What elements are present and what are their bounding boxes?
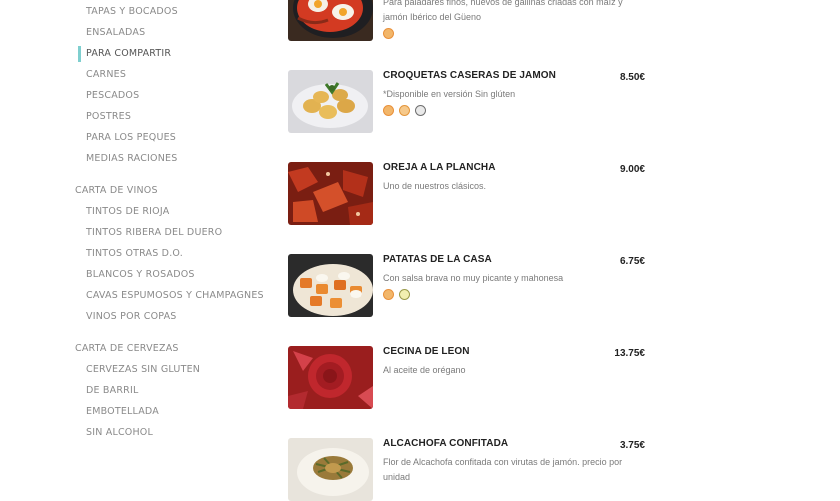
nav-item-tintos-rioja[interactable]: TINTOS DE RIOJA <box>86 206 169 217</box>
dish-title: CECINA DE LEON <box>383 346 470 357</box>
nav-item-cavas[interactable]: CAVAS ESPUMOSOS Y CHAMPAGNES <box>86 290 264 301</box>
egg-allergen-icon <box>383 28 394 39</box>
dish-price: 9.00€ <box>619 164 645 175</box>
nav-item-tapas[interactable]: TAPAS Y BOCADOS <box>86 6 178 17</box>
nav-item-pescados[interactable]: PESCADOS <box>86 90 139 101</box>
dish-title: ALCACHOFA CONFITADA <box>383 438 509 449</box>
dish-description: Para paladares finos, huevos de gallinas… <box>383 0 623 22</box>
patatas-image <box>288 254 373 317</box>
nav-item-medias-raciones[interactable]: MEDIAS RACIONES <box>86 153 177 164</box>
dish-description: Uno de nuestros clásicos. <box>383 181 487 191</box>
dish-title: PATATAS DE LA CASA <box>383 254 492 265</box>
active-indicator <box>78 46 81 62</box>
nav-item-ensaladas[interactable]: ENSALADAS <box>86 27 145 38</box>
dish-price: 6.75€ <box>619 256 645 267</box>
allergen-list <box>383 28 399 40</box>
nav-item-vinos-por-copas[interactable]: VINOS POR COPAS <box>86 311 177 322</box>
nav-item-para-los-peques[interactable]: PARA LOS PEQUES <box>86 132 176 143</box>
fried-eggs-pan-image <box>288 0 373 41</box>
dish-description: *Disponible en versión Sin glúten <box>383 89 516 99</box>
cecina-image <box>288 346 373 409</box>
egg-allergen-icon <box>383 105 394 116</box>
nav-section-carta-de-vinos[interactable]: CARTA DE VINOS <box>75 185 158 196</box>
nav-item-blancos-rosados[interactable]: BLANCOS Y ROSADOS <box>86 269 195 280</box>
nav-item-tintos-otras[interactable]: TINTOS OTRAS D.O. <box>86 248 183 259</box>
nav-item-embotellada[interactable]: EMBOTELLADA <box>86 406 159 417</box>
nav-item-tintos-ribera[interactable]: TINTOS RIBERA DEL DUERO <box>86 227 222 238</box>
dish-price: 8.50€ <box>619 72 645 83</box>
dish-price: 3.75€ <box>619 440 645 451</box>
gluten-allergen-icon <box>399 105 410 116</box>
nav-item-postres[interactable]: POSTRES <box>86 111 131 122</box>
oreja-image <box>288 162 373 225</box>
nav-item-para-compartir[interactable]: PARA COMPARTIR <box>86 48 171 59</box>
dish-title: OREJA A LA PLANCHA <box>383 162 496 173</box>
egg-allergen-icon <box>383 289 394 300</box>
nav-item-sin-alcohol[interactable]: SIN ALCOHOL <box>86 427 153 438</box>
dish-title: CROQUETAS CASERAS DE JAMON <box>383 70 556 81</box>
milk-allergen-icon <box>415 105 426 116</box>
dish-price: 13.75€ <box>614 348 645 359</box>
mustard-allergen-icon <box>399 289 410 300</box>
nav-item-carnes[interactable]: CARNES <box>86 69 126 80</box>
croquetas-image <box>288 70 373 133</box>
dish-description: Al aceite de orégano <box>383 365 466 375</box>
nav-item-cervezas-sin-gluten[interactable]: CERVEZAS SIN GLUTEN <box>86 364 200 375</box>
menu-sidebar: TAPAS Y BOCADOS ENSALADAS PARA COMPARTIR… <box>0 0 270 480</box>
dish-description: Flor de Alcachofa confitada con virutas … <box>383 457 623 482</box>
allergen-list <box>383 105 431 117</box>
dish-description: Con salsa brava no muy picante y mahones… <box>383 273 564 283</box>
nav-item-de-barril[interactable]: DE BARRIL <box>86 385 138 396</box>
alcachofa-image <box>288 438 373 501</box>
nav-section-carta-de-cervezas[interactable]: CARTA DE CERVEZAS <box>75 343 179 354</box>
allergen-list <box>383 289 415 301</box>
